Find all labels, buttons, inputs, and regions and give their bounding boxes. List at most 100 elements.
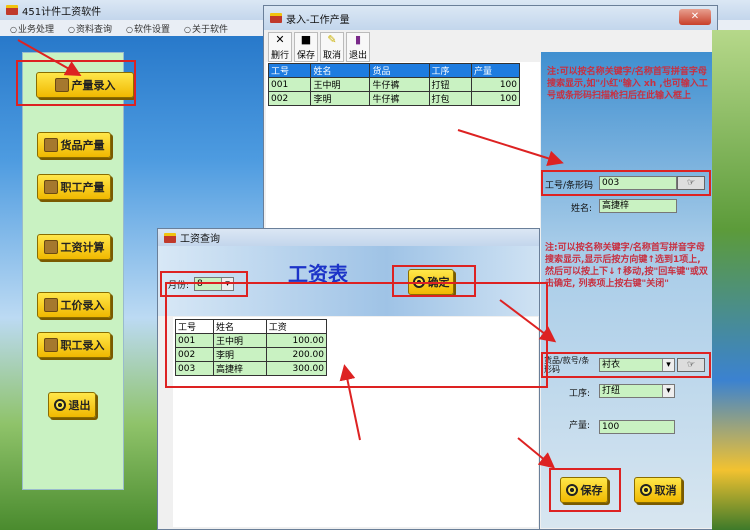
- wage-table: 工号 姓名 工资 001 王中明 100.00 002 李明 200.00 003 高捷梓 30…: [175, 319, 328, 376]
- cell: 高捷梓: [212, 361, 267, 376]
- main-title: 451计件工资软件: [22, 6, 102, 18]
- cell: 100.00: [265, 333, 328, 348]
- people-icon: [43, 180, 58, 194]
- exit-button[interactable]: 退出: [48, 392, 96, 418]
- menu-about[interactable]: 关于软件: [184, 22, 228, 35]
- scan-button[interactable]: ☞: [677, 358, 705, 372]
- gift-icon: [43, 138, 58, 152]
- close-button[interactable]: ✕: [679, 9, 711, 25]
- tool-label: 保存: [296, 51, 315, 61]
- calc-icon: [43, 240, 58, 254]
- door-icon: ▮: [354, 33, 362, 46]
- cell: 002: [267, 91, 312, 106]
- sidebar: [22, 52, 124, 490]
- wage-window: 工资查询 工资表 月份: 8 确定 工号姓名工资 001王中明100.00 00…: [157, 228, 548, 530]
- cell: 打包: [428, 91, 473, 106]
- menu-query[interactable]: 资料查询: [68, 22, 112, 35]
- cell: 200.00: [265, 347, 328, 362]
- col-header[interactable]: 产量: [471, 63, 520, 78]
- month-label: 月份:: [168, 281, 190, 291]
- cell: 牛仔裤: [369, 91, 430, 106]
- scan-button[interactable]: ☞: [677, 176, 705, 190]
- cell: 李明: [310, 91, 371, 106]
- radio-icon: [565, 484, 578, 496]
- production-title-bar: 录入-工作产量: [264, 6, 717, 30]
- app-icon: [270, 13, 282, 23]
- menu-settings[interactable]: 软件设置: [126, 22, 170, 35]
- cell: 李明: [212, 347, 267, 362]
- cancel-tool-button[interactable]: ✎ 取消: [320, 32, 344, 62]
- col-header[interactable]: 姓名: [310, 63, 371, 78]
- floppy-icon: ■: [300, 33, 312, 46]
- button-label: 保存: [580, 484, 603, 497]
- process-label: 工序:: [569, 389, 591, 399]
- app-icon: [6, 5, 18, 15]
- col-header[interactable]: 工资: [265, 319, 328, 334]
- confirm-button[interactable]: 确定: [408, 269, 454, 295]
- cancel-button[interactable]: 取消: [634, 477, 682, 503]
- table-row[interactable]: 001 王中明 牛仔裤 打钮 100: [267, 77, 520, 92]
- table-row[interactable]: 003 高捷梓 300.00: [175, 361, 328, 376]
- gift-icon: [54, 78, 69, 92]
- app-icon: [164, 232, 176, 243]
- wage-calc-button[interactable]: 工资计算: [37, 234, 111, 260]
- col-header[interactable]: 工号: [267, 63, 312, 78]
- table-row[interactable]: 002 李明 200.00: [175, 347, 328, 362]
- product-note: 注:可以按名称关键字/名称首写拼音字母搜索显示,显示后按方向键↑选到1项上,然后…: [545, 243, 708, 289]
- cell: 003: [175, 361, 214, 376]
- pencil-icon: ✎: [327, 33, 337, 46]
- product-label: 货品/款号/条形码: [544, 356, 590, 374]
- tool-label: 删行: [270, 51, 289, 61]
- cell: 100: [471, 91, 520, 106]
- wage-title-bar: 工资查询: [158, 229, 539, 246]
- process-select[interactable]: 打纽: [599, 384, 675, 398]
- col-header[interactable]: 工序: [428, 63, 473, 78]
- button-label: 货品产量: [60, 139, 105, 152]
- button-label: 职工产量: [60, 181, 105, 194]
- radio-icon: [639, 484, 652, 496]
- quantity-label: 产量:: [569, 421, 591, 431]
- production-table: 工号 姓名 货品 工序 产量 001 王中明 牛仔裤 打钮 100 002 李明 牛仔裤 打包 100: [267, 63, 520, 106]
- production-title: 录入-工作产量: [286, 14, 350, 26]
- save-tool-button[interactable]: ■ 保存: [294, 32, 318, 62]
- worker-entry-button[interactable]: 职工录入: [37, 332, 111, 358]
- entry-panel: 注:可以按名称关键字/名称首写拼音字母搜索显示,如"小红"输入 xh ,也可输入…: [541, 52, 713, 528]
- search-note: 注:可以按名称关键字/名称首写拼音字母搜索显示,如"小红"输入 xh ,也可输入…: [547, 67, 708, 101]
- button-label: 产量录入: [71, 79, 116, 92]
- wage-header: 工资表 月份: 8 确定: [158, 246, 539, 316]
- tool-label: 退出: [348, 51, 367, 61]
- menu-business[interactable]: 业务处理: [10, 22, 54, 35]
- production-entry-button[interactable]: 产量录入: [36, 72, 134, 98]
- cell: 001: [175, 333, 214, 348]
- col-header[interactable]: 货品: [369, 63, 430, 78]
- cell: 王中明: [212, 333, 267, 348]
- worker-id-label: 工号/条形码: [545, 181, 594, 191]
- col-header[interactable]: 工号: [175, 319, 214, 334]
- name-field[interactable]: 高捷梓: [599, 199, 677, 213]
- piece-rate-button[interactable]: 工价录入: [37, 292, 111, 318]
- product-select[interactable]: 衬衣: [599, 358, 675, 372]
- toolbar: ✕ 删行 ■ 保存 ✎ 取消 ▮ 退出: [268, 32, 370, 62]
- button-label: 工价录入: [60, 299, 105, 312]
- worker-output-button[interactable]: 职工产量: [37, 174, 111, 200]
- product-output-button[interactable]: 货品产量: [37, 132, 111, 158]
- button-label: 取消: [654, 484, 677, 497]
- cell: 001: [267, 77, 312, 92]
- wage-title: 工资查询: [180, 234, 220, 245]
- cell: 300.00: [265, 361, 328, 376]
- quantity-input[interactable]: 100: [599, 420, 675, 434]
- table-row[interactable]: 001 王中明 100.00: [175, 333, 328, 348]
- save-button[interactable]: 保存: [560, 477, 608, 503]
- delete-row-button[interactable]: ✕ 删行: [268, 32, 292, 62]
- radio-icon: [412, 276, 425, 288]
- people-icon: [43, 298, 58, 312]
- button-label: 工资计算: [60, 241, 105, 254]
- exit-tool-button[interactable]: ▮ 退出: [346, 32, 370, 62]
- tool-label: 取消: [322, 51, 341, 61]
- name-label: 姓名:: [571, 204, 593, 214]
- worker-id-input[interactable]: 003: [599, 176, 677, 190]
- button-label: 确定: [427, 276, 450, 289]
- table-row[interactable]: 002 李明 牛仔裤 打包 100: [267, 91, 520, 106]
- month-select[interactable]: 8: [194, 277, 234, 291]
- col-header[interactable]: 姓名: [212, 319, 267, 334]
